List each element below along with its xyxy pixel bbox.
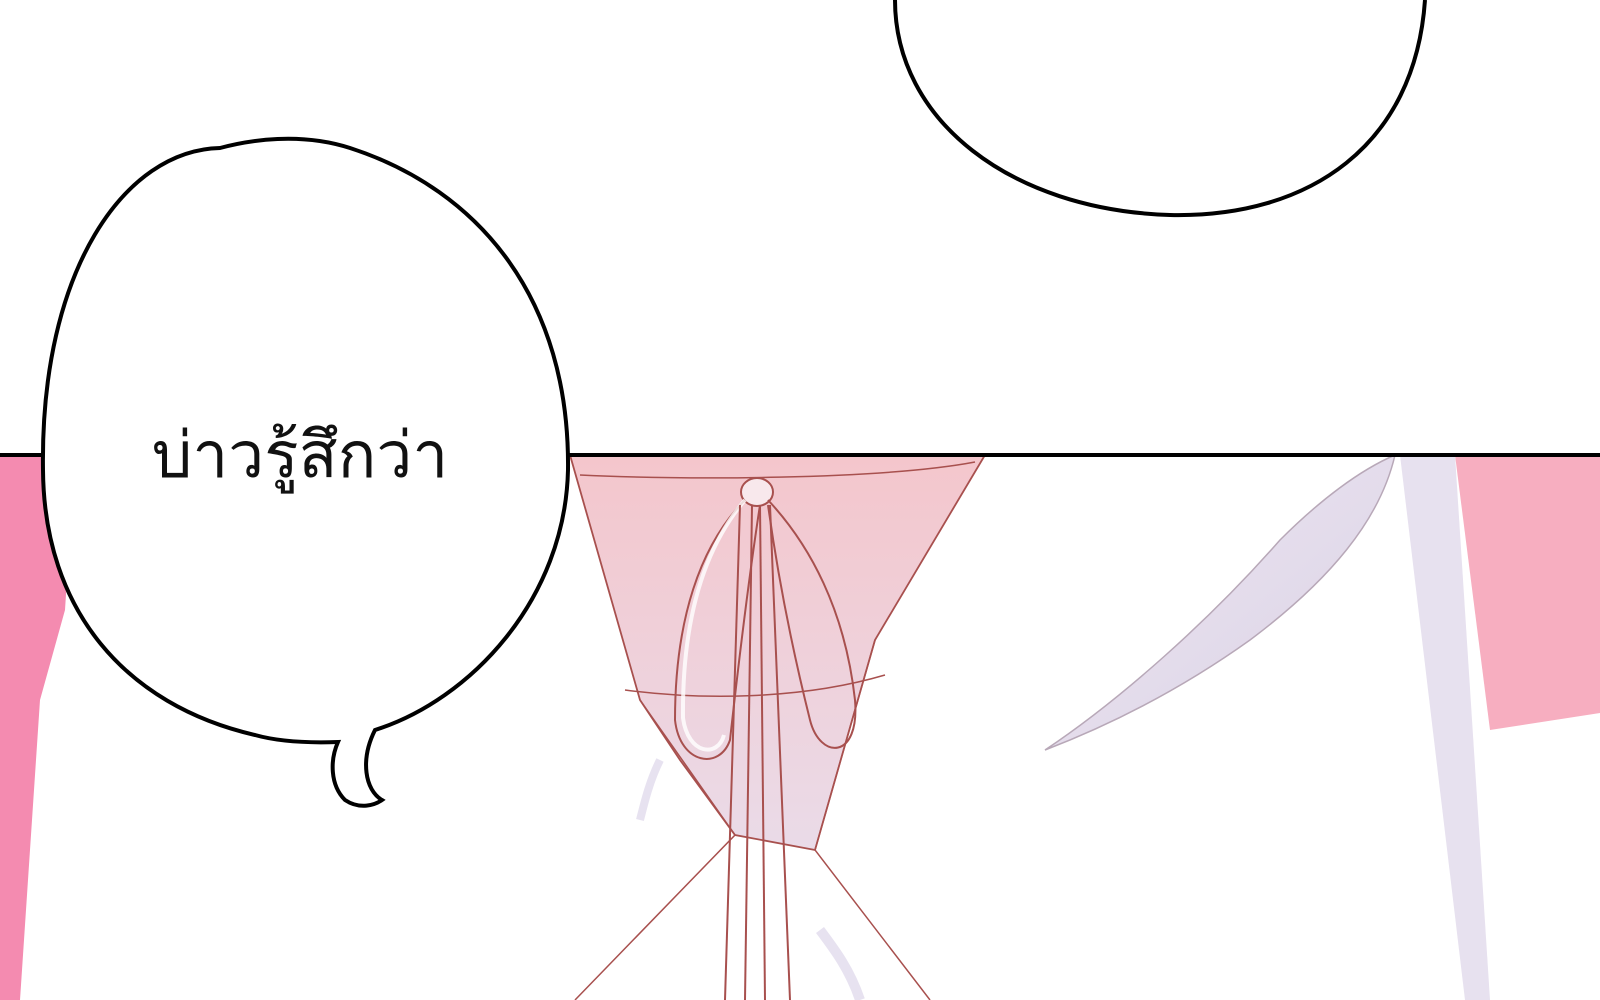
speech-bubble-partial (893, 0, 1427, 218)
comic-panel: บ่าวรู้สึกว่า (0, 0, 1600, 1000)
comic-artwork (0, 0, 1600, 1000)
speech-bubble-text: บ่าวรู้สึกว่า (151, 419, 449, 493)
